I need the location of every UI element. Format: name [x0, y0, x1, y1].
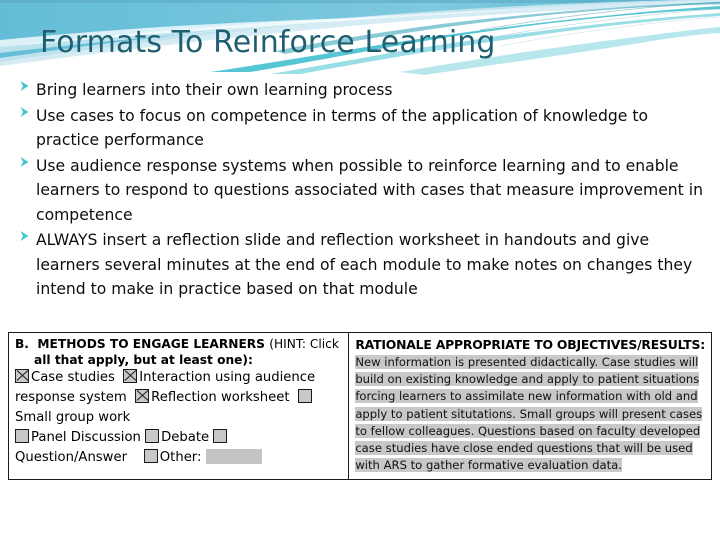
methods-heading-line2: all that apply, but at least one):	[34, 352, 253, 367]
rationale-line: case studies have close ended questions …	[355, 440, 705, 457]
methods-hint-text: (HINT: Click	[269, 337, 339, 351]
list-item-text: Bring learners into their own learning p…	[36, 81, 393, 99]
rationale-cell: RATIONALE APPROPRIATE TO OBJECTIVES/RESU…	[349, 333, 711, 479]
rationale-line: build on existing knowledge and apply to…	[355, 371, 705, 388]
checkbox-label-panel-discussion: Panel Discussion	[31, 430, 141, 445]
methods-options-line4: Panel Discussion Debate	[15, 428, 343, 448]
checkbox-reflection-worksheet[interactable]	[135, 389, 150, 403]
rationale-line-text: apply to patient situtations. Small grou…	[355, 406, 703, 421]
rationale-heading: RATIONALE APPROPRIATE TO OBJECTIVES/RESU…	[355, 337, 705, 352]
embedded-form-table: B. METHODS TO ENGAGE LEARNERS (HINT: Cli…	[8, 332, 712, 480]
rationale-line: forcing learners to assimilate new infor…	[355, 388, 705, 405]
checkbox-case-studies[interactable]	[15, 369, 29, 383]
rationale-line: to fellow colleagues. Questions based on…	[355, 423, 705, 440]
arrowhead-bullet-icon	[19, 79, 33, 99]
list-item-text: ALWAYS insert a reflection slide and ref…	[36, 231, 693, 298]
checkbox-interaction-ars[interactable]	[123, 369, 138, 383]
page-title: Formats To Reinforce Learning	[40, 25, 496, 60]
list-item-text: Use cases to focus on competence in term…	[36, 106, 649, 150]
rationale-line-text: case studies have close ended questions …	[355, 441, 693, 456]
arrowhead-bullet-icon	[19, 105, 33, 125]
list-item-text: Use audience response systems when possi…	[36, 156, 703, 224]
checkbox-panel-discussion[interactable]	[15, 429, 29, 443]
checkbox-question-answer[interactable]	[213, 429, 228, 443]
methods-options-line3: Small group work	[15, 408, 343, 428]
checkbox-label-debate: Debate	[161, 430, 210, 445]
rationale-line-text: forcing learners to assimilate new infor…	[355, 389, 698, 404]
checkbox-label-other: Other:	[159, 450, 202, 465]
methods-cell: B. METHODS TO ENGAGE LEARNERS (HINT: Cli…	[9, 333, 350, 479]
methods-options-line1: Case studies Interaction using audience	[15, 368, 343, 388]
rationale-line-text: with ARS to gather formative evaluation …	[355, 458, 622, 473]
checkbox-label-interaction-ars: Interaction using audience	[139, 370, 316, 385]
arrowhead-bullet-icon	[19, 155, 33, 175]
list-item: Use audience response systems when possi…	[18, 154, 708, 228]
methods-label-prefix: B.	[15, 337, 29, 351]
checkbox-other[interactable]	[143, 449, 158, 463]
rationale-body: New information is presented didacticall…	[355, 354, 705, 474]
rationale-line: apply to patient situtations. Small grou…	[355, 406, 705, 423]
checkbox-label-reflection-worksheet: Reflection worksheet	[151, 390, 290, 405]
methods-options-line5: Question/Answer Other:	[15, 448, 343, 468]
slide-canvas: Formats To Reinforce Learning Bring lear…	[0, 0, 720, 540]
arrowhead-bullet-icon	[19, 229, 33, 249]
rationale-line-text: to fellow colleagues. Questions based on…	[355, 423, 701, 438]
list-item: Bring learners into their own learning p…	[18, 78, 708, 103]
list-item: ALWAYS insert a reflection slide and ref…	[18, 228, 708, 302]
methods-options-line2: response system Reflection worksheet	[15, 388, 343, 408]
list-item: Use cases to focus on competence in term…	[18, 104, 708, 153]
methods-heading-line1: B. METHODS TO ENGAGE LEARNERS (HINT: Cli…	[15, 337, 343, 353]
methods-heading-text: METHODS TO ENGAGE LEARNERS	[37, 337, 265, 351]
checkbox-label-interaction-ars-cont: response system	[15, 390, 127, 405]
checkbox-label-question-answer: Question/Answer	[15, 450, 127, 465]
checkbox-label-case-studies: Case studies	[31, 370, 115, 385]
checkbox-small-group-work[interactable]	[297, 389, 312, 403]
checkbox-debate[interactable]	[145, 429, 160, 443]
rationale-line: New information is presented didacticall…	[355, 354, 705, 371]
bullet-list: Bring learners into their own learning p…	[18, 78, 708, 303]
rationale-line-text: New information is presented didacticall…	[355, 355, 699, 369]
rationale-line-text: build on existing knowledge and apply to…	[355, 372, 700, 387]
other-text-field[interactable]	[205, 449, 262, 464]
rationale-line: with ARS to gather formative evaluation …	[355, 457, 705, 474]
checkbox-label-small-group-work: Small group work	[15, 410, 131, 425]
